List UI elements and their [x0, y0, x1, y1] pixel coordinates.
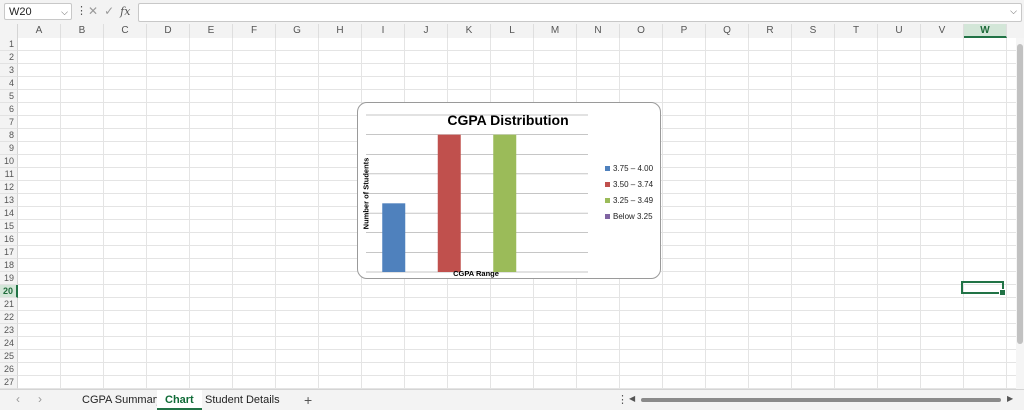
row-header[interactable]: 6: [0, 103, 18, 116]
row-header[interactable]: 11: [0, 168, 18, 181]
legend-label: 3.25 – 3.49: [613, 196, 654, 205]
legend-label: 3.75 – 4.00: [613, 164, 654, 173]
row-header[interactable]: 5: [0, 90, 18, 103]
column-header[interactable]: M: [534, 24, 577, 38]
row-header[interactable]: 25: [0, 350, 18, 363]
legend-swatch: [605, 198, 610, 203]
row-header[interactable]: 21: [0, 298, 18, 311]
row-header[interactable]: 8: [0, 129, 18, 142]
horizontal-scroll-thumb[interactable]: [641, 398, 1001, 402]
chart-object[interactable]: CGPA Distribution Number of Students CGP…: [357, 102, 661, 279]
prev-sheet-icon[interactable]: ‹: [16, 392, 20, 406]
column-header[interactable]: F: [233, 24, 276, 38]
legend-item: 3.75 – 4.00: [605, 161, 653, 177]
row-header[interactable]: 15: [0, 220, 18, 233]
add-sheet-button[interactable]: +: [304, 390, 312, 410]
column-header[interactable]: R: [749, 24, 792, 38]
column-header[interactable]: L: [491, 24, 534, 38]
row-header[interactable]: 27: [0, 376, 18, 389]
column-header[interactable]: G: [276, 24, 319, 38]
column-header[interactable]: J: [405, 24, 448, 38]
row-header[interactable]: 7: [0, 116, 18, 129]
row-header[interactable]: 3: [0, 64, 18, 77]
row-header[interactable]: 10: [0, 155, 18, 168]
bar[interactable]: [493, 134, 517, 272]
chevron-down-icon[interactable]: ⌵: [61, 4, 68, 21]
column-headers: ABCDEFGHIJKLMNOPQRSTUVW: [0, 24, 1024, 39]
column-header[interactable]: E: [190, 24, 233, 38]
insert-function-icon[interactable]: fx: [120, 5, 130, 18]
column-header[interactable]: N: [577, 24, 620, 38]
formula-input[interactable]: ⌵: [138, 3, 1022, 22]
column-header[interactable]: I: [362, 24, 405, 38]
tab-student-details[interactable]: Student Details: [197, 390, 288, 410]
fill-handle[interactable]: [999, 289, 1006, 296]
formula-bar: W20 ⌵ ⋮ ✕✓fx ⌵: [0, 0, 1024, 25]
column-header[interactable]: C: [104, 24, 147, 38]
row-header[interactable]: 22: [0, 311, 18, 324]
row-header[interactable]: 16: [0, 233, 18, 246]
legend-label: Below 3.25: [613, 212, 653, 221]
column-header[interactable]: V: [921, 24, 964, 38]
vertical-scrollbar[interactable]: [1016, 38, 1024, 389]
tab-cgpa-summary[interactable]: CGPA Summary: [74, 390, 170, 410]
legend-item: 3.25 – 3.49: [605, 193, 653, 209]
more-options-icon[interactable]: ⋮: [76, 4, 87, 17]
row-header[interactable]: 24: [0, 337, 18, 350]
legend-label: 3.50 – 3.74: [613, 180, 654, 189]
legend-swatch: [605, 214, 610, 219]
name-box[interactable]: W20 ⌵: [4, 3, 72, 20]
horizontal-scrollbar[interactable]: ◀ ▶: [627, 394, 1017, 405]
scroll-right-icon[interactable]: ▶: [1007, 394, 1013, 403]
column-header[interactable]: K: [448, 24, 491, 38]
legend-item: 3.50 – 3.74: [605, 177, 653, 193]
x-axis-label: CGPA Range: [453, 269, 499, 278]
select-all-corner[interactable]: [0, 24, 18, 38]
column-header[interactable]: P: [663, 24, 706, 38]
row-header[interactable]: 1: [0, 38, 18, 51]
bar[interactable]: [437, 134, 461, 272]
row-header[interactable]: 20: [0, 285, 18, 298]
row-header[interactable]: 4: [0, 77, 18, 90]
column-header[interactable]: O: [620, 24, 663, 38]
row-header[interactable]: 14: [0, 207, 18, 220]
row-header[interactable]: 19: [0, 272, 18, 285]
column-header[interactable]: T: [835, 24, 878, 38]
column-header[interactable]: A: [18, 24, 61, 38]
legend-item: Below 3.25: [605, 209, 653, 225]
column-header[interactable]: W: [964, 24, 1007, 38]
legend-swatch: [605, 182, 610, 187]
row-header[interactable]: 2: [0, 51, 18, 64]
chart-legend: 3.75 – 4.00 3.50 – 3.74 3.25 – 3.49 Below 3…: [605, 161, 653, 225]
formula-icons: ✕✓fx: [88, 4, 130, 18]
enter-icon[interactable]: ✓: [104, 4, 120, 18]
column-header[interactable]: Q: [706, 24, 749, 38]
row-header[interactable]: 23: [0, 324, 18, 337]
column-header[interactable]: S: [792, 24, 835, 38]
column-header[interactable]: D: [147, 24, 190, 38]
row-header[interactable]: 9: [0, 142, 18, 155]
column-header[interactable]: H: [319, 24, 362, 38]
next-sheet-icon[interactable]: ›: [38, 392, 42, 406]
row-header[interactable]: 17: [0, 246, 18, 259]
row-header[interactable]: 26: [0, 363, 18, 376]
scroll-left-icon[interactable]: ◀: [629, 394, 635, 403]
legend-swatch: [605, 166, 610, 171]
chart-title: CGPA Distribution: [447, 112, 569, 128]
row-header[interactable]: 13: [0, 194, 18, 207]
tab-chart[interactable]: Chart: [157, 390, 202, 410]
cancel-icon[interactable]: ✕: [88, 4, 104, 18]
name-box-value: W20: [9, 6, 32, 18]
sheet-tab-bar: ‹ › CGPA Summary Chart Student Details +…: [0, 389, 1024, 410]
column-header[interactable]: B: [61, 24, 104, 38]
bar[interactable]: [382, 203, 406, 272]
column-header[interactable]: U: [878, 24, 921, 38]
y-axis-label: Number of Students: [361, 157, 371, 230]
row-header[interactable]: 12: [0, 181, 18, 194]
row-header[interactable]: 18: [0, 259, 18, 272]
vertical-scroll-thumb[interactable]: [1017, 44, 1023, 344]
expand-formula-icon[interactable]: ⌵: [1010, 6, 1017, 17]
selected-cell[interactable]: [961, 281, 1006, 296]
